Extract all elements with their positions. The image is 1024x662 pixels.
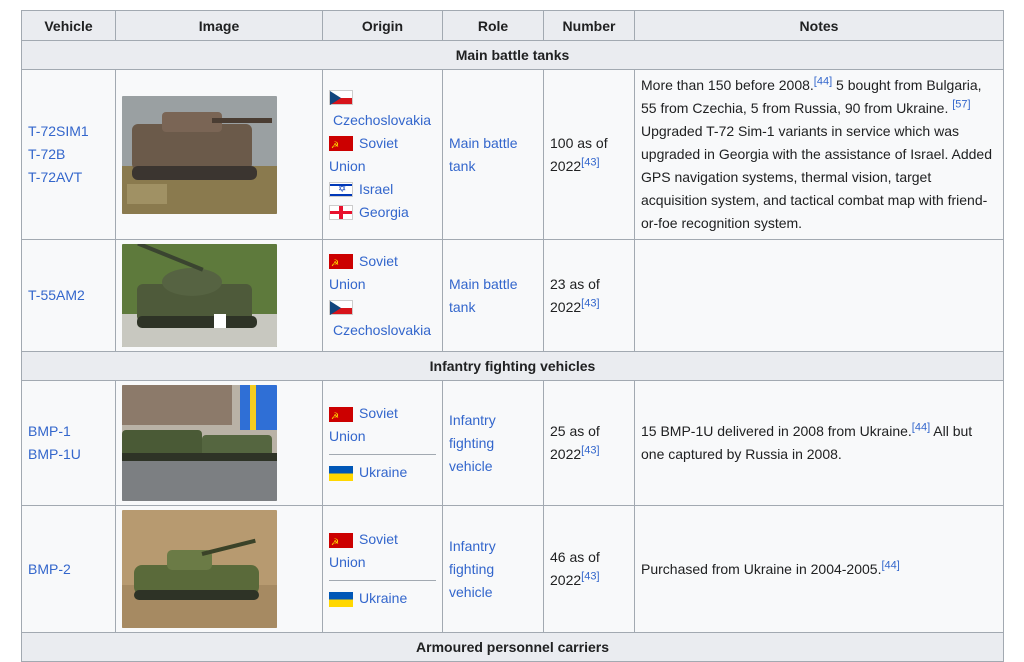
role-link[interactable]: Infantry fighting vehicle xyxy=(449,538,496,600)
vehicle-link[interactable]: BMP-1 xyxy=(28,423,71,439)
soviet-union-flag-icon xyxy=(329,134,353,157)
vehicle-link[interactable]: T-72AVT xyxy=(28,169,82,185)
origin-cell: Soviet Union Ukraine xyxy=(322,380,443,506)
tank-photo-t72[interactable] xyxy=(122,95,277,214)
notes-cell: Purchased from Ukraine in 2004-2005.[44] xyxy=(634,505,1004,633)
notes-text: Purchased from Ukraine in 2004-2005. xyxy=(641,560,882,577)
origin-link[interactable]: Czechoslovakia xyxy=(329,109,436,132)
section-title-mbt: Main battle tanks xyxy=(21,40,1004,70)
reference-link[interactable]: [43] xyxy=(581,297,599,309)
role-link[interactable]: Infantry fighting vehicle xyxy=(449,412,496,474)
section-row: Main battle tanks xyxy=(21,40,1004,70)
image-cell xyxy=(115,380,323,506)
reference-link[interactable]: [43] xyxy=(581,156,599,168)
ifv-photo-bmp1[interactable] xyxy=(122,385,277,501)
origin-link[interactable]: Georgia xyxy=(359,204,409,220)
origin-cell: Soviet Union Ukraine xyxy=(322,505,443,633)
origin-link[interactable]: Israel xyxy=(359,181,393,197)
israel-flag-icon xyxy=(329,182,353,198)
vehicle-cell: T-72SIM1 T-72B T-72AVT xyxy=(21,69,116,240)
header-vehicle[interactable]: Vehicle xyxy=(21,10,116,41)
soviet-union-flag-icon xyxy=(329,531,353,554)
image-cell xyxy=(115,505,323,633)
vehicle-cell: BMP-1 BMP-1U xyxy=(21,380,116,506)
notes-cell: More than 150 before 2008.[44] 5 bought … xyxy=(634,69,1004,240)
vehicles-table: Vehicle Image Origin Role Number Notes M… xyxy=(21,10,1004,662)
origin-link[interactable]: Ukraine xyxy=(359,464,407,480)
image-cell xyxy=(115,239,323,352)
header-image[interactable]: Image xyxy=(115,10,323,41)
vehicle-cell: T-55AM2 xyxy=(21,239,116,352)
role-cell: Main battle tank xyxy=(442,69,544,240)
vehicle-link[interactable]: BMP-2 xyxy=(28,561,71,577)
tank-photo-t55[interactable] xyxy=(122,244,277,347)
ukraine-flag-icon xyxy=(329,465,353,481)
header-row: Vehicle Image Origin Role Number Notes xyxy=(21,10,1004,41)
reference-link[interactable]: [44] xyxy=(881,559,899,571)
ifv-photo-bmp2[interactable] xyxy=(122,510,277,628)
table-row: BMP-1 BMP-1U ☭Soviet Union Ukraine Infan… xyxy=(21,380,1004,506)
role-link[interactable]: Main battle tank xyxy=(449,135,517,174)
vehicle-link[interactable]: T-72SIM1 xyxy=(28,123,89,139)
divider xyxy=(329,580,436,581)
vehicle-link[interactable]: T-72B xyxy=(28,146,65,162)
number-cell: 100 as of 2022[43] xyxy=(543,69,635,240)
header-number[interactable]: Number xyxy=(543,10,635,41)
table-row: BMP-2 Soviet Union Ukraine xyxy=(21,505,1004,633)
reference-link[interactable]: [43] xyxy=(581,570,599,582)
header-origin[interactable]: Origin xyxy=(322,10,443,41)
number-cell: 25 as of 2022[43] xyxy=(543,380,635,506)
table-row: T-55AM2 Soviet Union Cz xyxy=(21,239,1004,352)
georgia-flag-icon xyxy=(329,205,353,221)
role-link[interactable]: Main battle tank xyxy=(449,276,517,315)
table-row: T-72SIM1 T-72B T-72AVT Czechoslovakia ☭S… xyxy=(21,69,1004,240)
notes-cell xyxy=(634,239,1004,352)
origin-cell: Czechoslovakia Soviet Union Israel Georg… xyxy=(322,69,443,240)
number-cell: 23 as of 2022[43] xyxy=(543,239,635,352)
number-cell: 46 as of 2022[43] xyxy=(543,505,635,633)
ukraine-flag-icon xyxy=(329,591,353,607)
reference-link[interactable]: [44] xyxy=(814,75,832,87)
vehicle-link[interactable]: BMP-1U xyxy=(28,446,81,462)
origin-cell: Soviet Union Czechoslovakia xyxy=(322,239,443,352)
origin-link[interactable]: Czechoslovakia xyxy=(329,319,436,342)
reference-link[interactable]: [44] xyxy=(912,421,930,433)
role-cell: Infantry fighting vehicle xyxy=(442,380,544,506)
section-title-ifv: Infantry fighting vehicles xyxy=(21,351,1004,381)
czechoslovakia-flag-icon xyxy=(329,90,353,106)
role-cell: Infantry fighting vehicle xyxy=(442,505,544,633)
notes-text: Upgraded T-72 Sim-1 variants in service … xyxy=(641,123,992,231)
reference-link[interactable]: [57] xyxy=(952,98,970,110)
section-row: Armoured personnel carriers xyxy=(21,632,1004,662)
section-row: Infantry fighting vehicles xyxy=(21,351,1004,381)
section-title-next: Armoured personnel carriers xyxy=(21,632,1004,662)
header-notes[interactable]: Notes xyxy=(634,10,1004,41)
divider xyxy=(329,454,436,455)
vehicle-cell: BMP-2 xyxy=(21,505,116,633)
image-cell xyxy=(115,69,323,240)
vehicle-link[interactable]: T-55AM2 xyxy=(28,287,85,303)
soviet-union-flag-icon xyxy=(329,405,353,428)
czechoslovakia-flag-icon xyxy=(329,300,353,316)
soviet-union-flag-icon xyxy=(329,252,353,275)
notes-text: 15 BMP-1U delivered in 2008 from Ukraine… xyxy=(641,423,912,439)
reference-link[interactable]: [43] xyxy=(581,444,599,456)
role-cell: Main battle tank xyxy=(442,239,544,352)
origin-link[interactable]: Ukraine xyxy=(359,590,407,606)
notes-text: More than 150 before 2008. xyxy=(641,77,814,93)
notes-cell: 15 BMP-1U delivered in 2008 from Ukraine… xyxy=(634,380,1004,506)
header-role[interactable]: Role xyxy=(442,10,544,41)
